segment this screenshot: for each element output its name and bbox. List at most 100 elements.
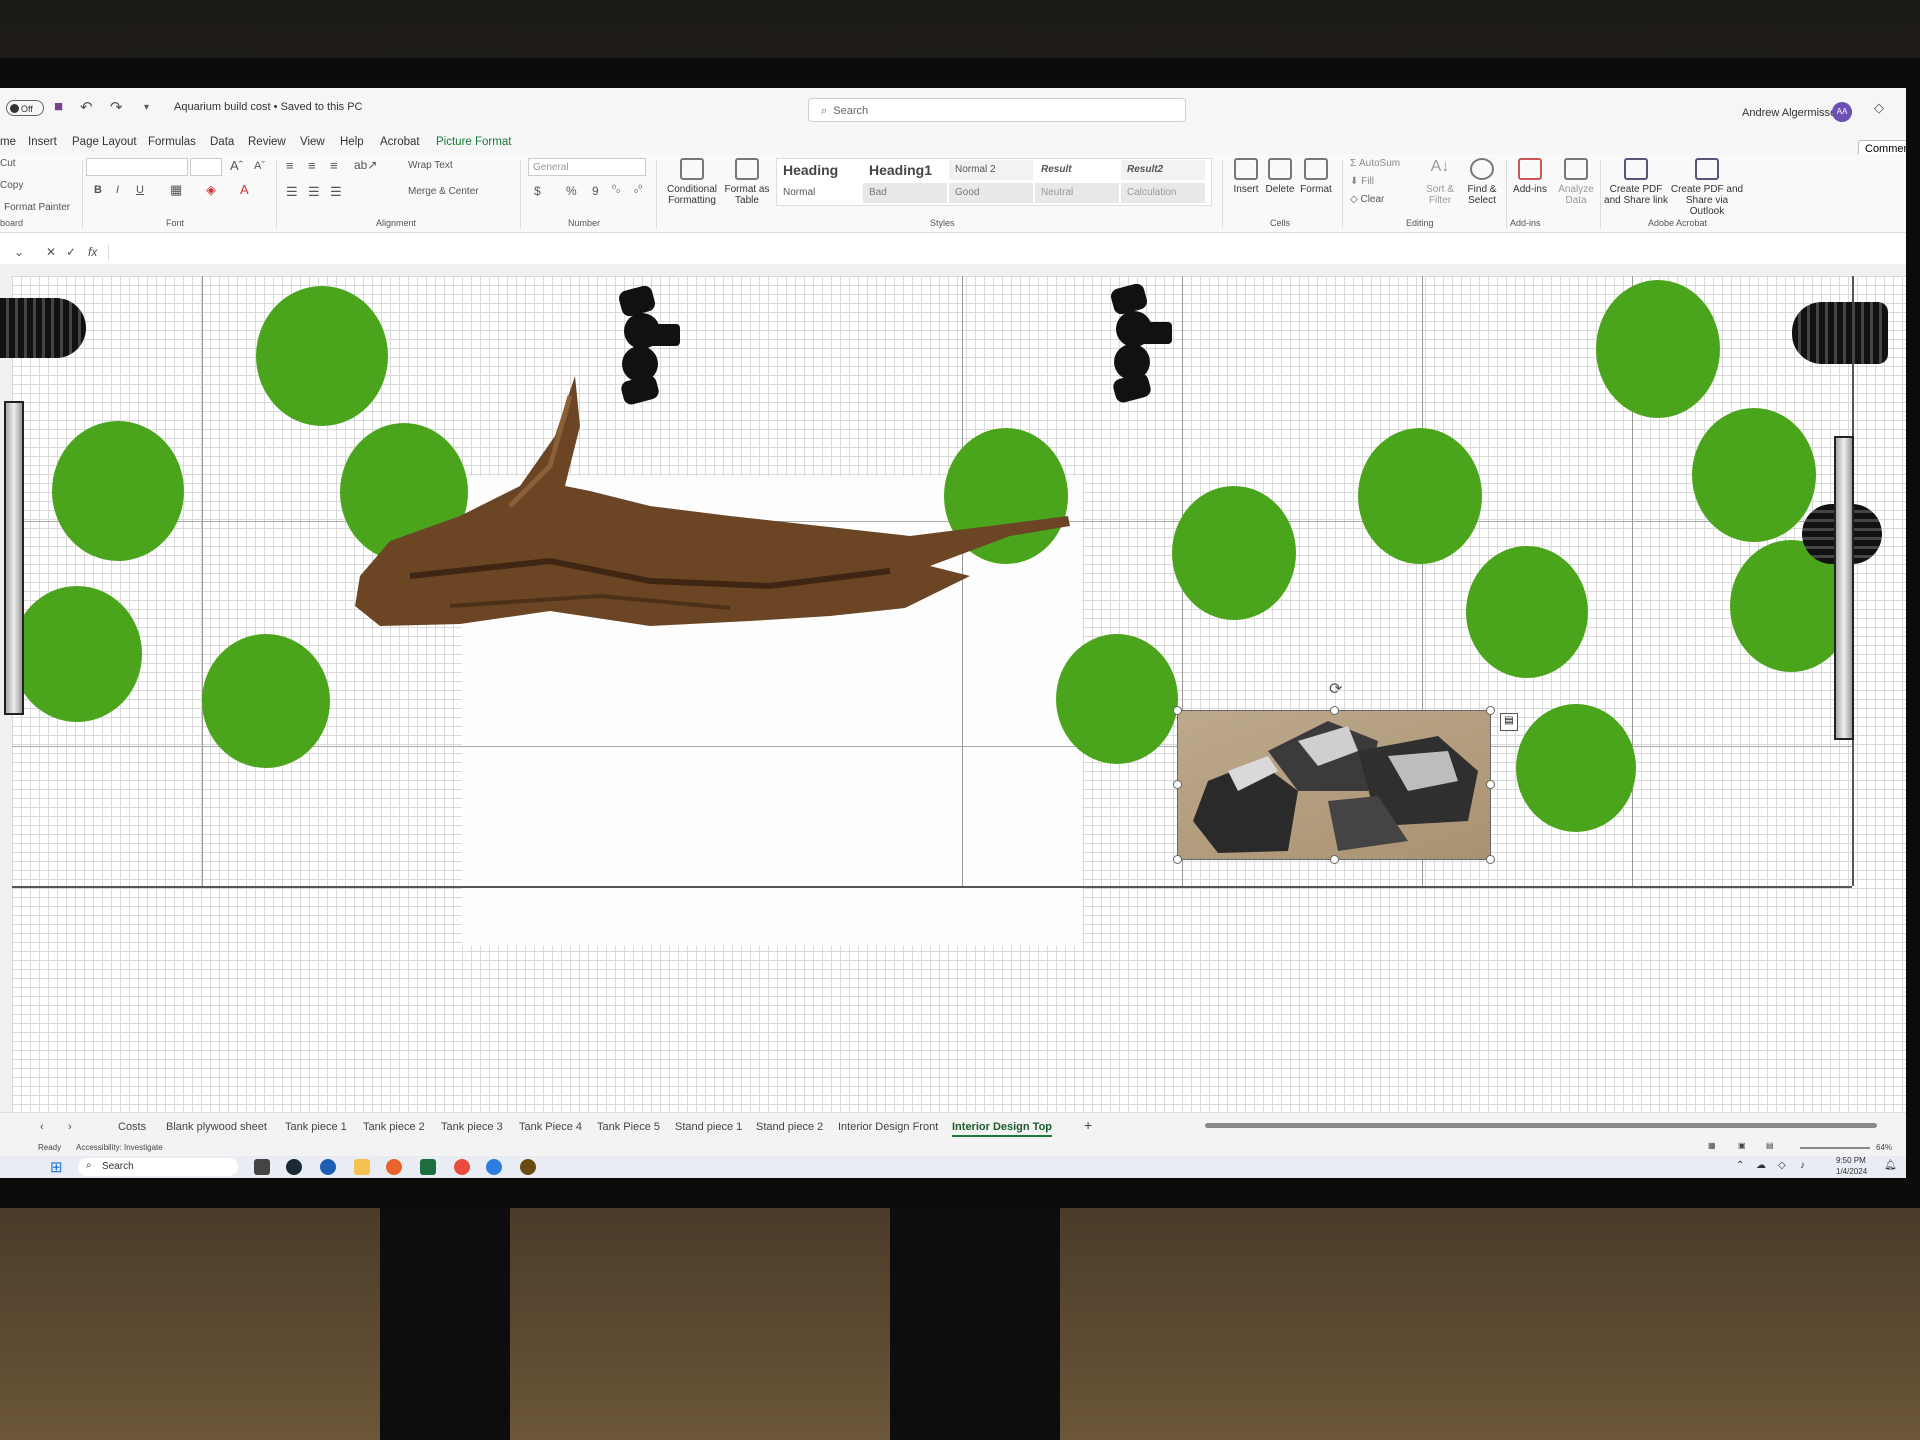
plant-circle[interactable] xyxy=(1358,428,1482,564)
create-pdf-share-link-button[interactable]: Create PDF and Share link xyxy=(1604,158,1668,206)
wave-pump-image[interactable] xyxy=(0,298,86,358)
resize-handle[interactable] xyxy=(1486,855,1495,864)
bold-button[interactable]: B xyxy=(94,184,102,196)
task-view-icon[interactable] xyxy=(254,1159,270,1175)
resize-handle[interactable] xyxy=(1486,780,1495,789)
style-neutral[interactable]: Neutral xyxy=(1035,183,1119,203)
style-heading[interactable]: Heading xyxy=(777,160,861,180)
enter-icon[interactable]: ✓ xyxy=(66,245,76,259)
network-icon[interactable]: ◇ xyxy=(1778,1160,1786,1171)
decrease-decimal-icon[interactable]: ₀⁰ xyxy=(634,184,642,195)
format-cells-button[interactable]: Format xyxy=(1296,158,1336,195)
plant-circle[interactable] xyxy=(1172,486,1296,620)
undo-icon[interactable]: ↶ xyxy=(80,98,93,116)
plant-circle[interactable] xyxy=(202,634,330,768)
style-normal-2[interactable]: Normal 2 xyxy=(949,160,1033,180)
clock-time[interactable]: 9:50 PM xyxy=(1836,1156,1866,1165)
app-icon[interactable] xyxy=(454,1159,470,1175)
style-calculation[interactable]: Calculation xyxy=(1121,183,1205,203)
page-layout-view-icon[interactable]: ▣ xyxy=(1738,1141,1746,1150)
font-size-select[interactable] xyxy=(190,158,222,176)
steam-icon[interactable] xyxy=(286,1159,302,1175)
tab-picture-format[interactable]: Picture Format xyxy=(436,136,511,148)
sheet-grid[interactable] xyxy=(0,276,1906,1112)
plant-circle[interactable] xyxy=(1596,280,1720,418)
resize-handle[interactable] xyxy=(1173,855,1182,864)
notification-bell-icon[interactable]: 🔔︎ xyxy=(1884,1160,1897,1171)
style-bad[interactable]: Bad xyxy=(863,183,947,203)
percent-button[interactable]: % xyxy=(566,184,577,198)
sheet-tab-stand-piece-2[interactable]: Stand piece 2 xyxy=(756,1121,823,1133)
normal-view-icon[interactable]: ▦ xyxy=(1708,1141,1716,1150)
underline-button[interactable]: U xyxy=(136,184,144,196)
driftwood-image[interactable] xyxy=(350,376,1080,666)
tray-chevron-icon[interactable]: ⌃ xyxy=(1736,1160,1744,1171)
increase-decimal-icon[interactable]: ⁰₀ xyxy=(612,184,620,195)
resize-handle[interactable] xyxy=(1173,780,1182,789)
style-normal[interactable]: Normal xyxy=(777,183,861,203)
sheet-tab-tank-piece-3[interactable]: Tank piece 3 xyxy=(441,1121,503,1133)
zoom-level[interactable]: 64% xyxy=(1876,1143,1892,1152)
document-title[interactable]: Aquarium build cost • Saved to this PC xyxy=(174,101,363,113)
insert-function-button[interactable]: fx xyxy=(88,245,97,259)
align-bottom-icon[interactable]: ≡ xyxy=(330,158,338,173)
layout-options-icon[interactable]: ▤ xyxy=(1500,713,1518,731)
firefox-icon[interactable] xyxy=(386,1159,402,1175)
align-middle-icon[interactable]: ≡ xyxy=(308,158,316,173)
save-icon[interactable]: ■ xyxy=(54,98,63,115)
sheet-tab-blank-plywood[interactable]: Blank plywood sheet xyxy=(166,1121,267,1133)
wrap-text-button[interactable]: Wrap Text xyxy=(408,160,453,171)
heater-image[interactable] xyxy=(1834,436,1854,740)
resize-handle[interactable] xyxy=(1173,706,1182,715)
excel-icon[interactable] xyxy=(420,1159,436,1175)
tab-formulas[interactable]: Formulas xyxy=(148,136,196,148)
shrink-font-icon[interactable]: Aˇ xyxy=(254,160,265,172)
redo-icon[interactable]: ↷ xyxy=(110,98,123,116)
style-heading1[interactable]: Heading1 xyxy=(863,160,947,180)
analyze-data-button[interactable]: Analyze Data xyxy=(1554,158,1598,206)
add-sheet-button[interactable]: + xyxy=(1084,1117,1092,1133)
tab-help[interactable]: Help xyxy=(340,136,364,148)
fill-button[interactable]: ⬇ Fill xyxy=(1350,176,1374,187)
resize-handle[interactable] xyxy=(1486,706,1495,715)
merge-center-button[interactable]: Merge & Center xyxy=(408,186,479,197)
name-box-dropdown-icon[interactable]: ⌄ xyxy=(14,245,24,259)
quick-access-dropdown-icon[interactable]: ▾ xyxy=(144,102,149,113)
font-color-icon[interactable]: A xyxy=(240,182,249,197)
grow-font-icon[interactable]: Aˆ xyxy=(230,158,243,173)
page-break-view-icon[interactable]: ▤ xyxy=(1766,1141,1774,1150)
tab-acrobat[interactable]: Acrobat xyxy=(380,136,420,148)
align-top-icon[interactable]: ≡ xyxy=(286,158,294,173)
cloud-icon[interactable]: ☁ xyxy=(1756,1160,1766,1171)
insert-cells-button[interactable]: Insert xyxy=(1228,158,1264,195)
plant-circle[interactable] xyxy=(12,586,142,722)
plant-circle[interactable] xyxy=(1516,704,1636,832)
next-sheet-icon[interactable]: › xyxy=(68,1121,72,1133)
style-good[interactable]: Good xyxy=(949,183,1033,203)
plumbing-fitting-image[interactable] xyxy=(1104,284,1184,404)
app-icon[interactable] xyxy=(486,1159,502,1175)
style-result[interactable]: Result xyxy=(1035,160,1119,180)
sheet-tab-tank-piece-2[interactable]: Tank piece 2 xyxy=(363,1121,425,1133)
sheet-tab-tank-piece-1[interactable]: Tank piece 1 xyxy=(285,1121,347,1133)
formula-input[interactable] xyxy=(108,244,1889,261)
sheet-tab-stand-piece-1[interactable]: Stand piece 1 xyxy=(675,1121,742,1133)
windows-start-icon[interactable]: ⊞ xyxy=(50,1158,63,1176)
tab-insert[interactable]: Insert xyxy=(28,136,57,148)
speaker-icon[interactable]: ♪ xyxy=(1800,1160,1805,1171)
sheet-tab-costs[interactable]: Costs xyxy=(118,1121,146,1133)
tab-page-layout[interactable]: Page Layout xyxy=(72,136,137,148)
tab-data[interactable]: Data xyxy=(210,136,234,148)
sheet-tab-tank-piece-5[interactable]: Tank Piece 5 xyxy=(597,1121,660,1133)
fill-color-icon[interactable]: ◈ xyxy=(206,182,216,198)
rotate-handle-icon[interactable]: ⟳ xyxy=(1329,679,1342,699)
tab-review[interactable]: Review xyxy=(248,136,286,148)
orientation-icon[interactable]: ab↗ xyxy=(354,158,377,172)
autosave-toggle[interactable]: Off xyxy=(6,100,44,116)
align-right-icon[interactable]: ☰ xyxy=(330,184,342,200)
plant-circle[interactable] xyxy=(1466,546,1588,678)
font-name-select[interactable] xyxy=(86,158,188,176)
zoom-slider[interactable] xyxy=(1800,1147,1870,1149)
delete-cells-button[interactable]: Delete xyxy=(1262,158,1298,195)
accessibility-status[interactable]: Accessibility: Investigate xyxy=(76,1143,163,1152)
